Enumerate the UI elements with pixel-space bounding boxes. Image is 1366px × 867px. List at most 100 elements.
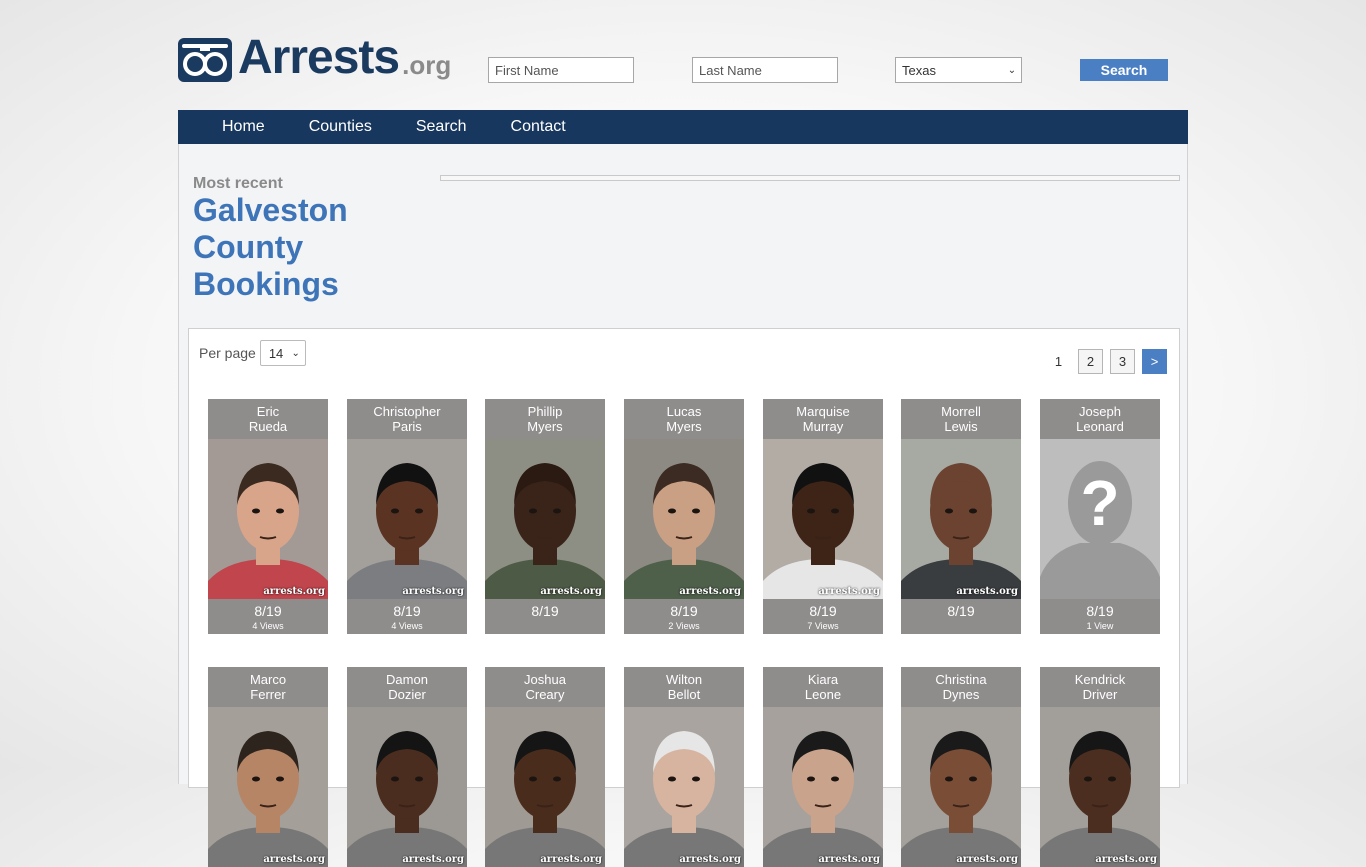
nav-search[interactable]: Search bbox=[416, 118, 467, 136]
mugshot-photo[interactable]: arrests.org bbox=[624, 439, 744, 599]
mugshot-photo[interactable]: arrests.org bbox=[485, 439, 605, 599]
person-silhouette bbox=[1040, 707, 1160, 867]
booking-name[interactable]: Christopher Paris bbox=[347, 399, 467, 439]
last-name: Leone bbox=[804, 687, 842, 702]
first-name: Joshua bbox=[524, 672, 566, 687]
state-select[interactable]: Texas ⌄ bbox=[895, 57, 1022, 83]
mugshot-photo[interactable]: arrests.org bbox=[208, 439, 328, 599]
person-silhouette bbox=[624, 439, 744, 599]
booking-card[interactable]: Eric Rueda arrests.org 8/19 4 Views bbox=[208, 399, 328, 634]
booking-card[interactable]: Marco Ferrer arrests.org bbox=[208, 667, 328, 867]
page-3[interactable]: 3 bbox=[1110, 349, 1135, 374]
watermark: arrests.org bbox=[679, 586, 741, 597]
chevron-down-icon: ⌄ bbox=[1007, 64, 1017, 76]
watermark: arrests.org bbox=[540, 854, 602, 865]
booking-card[interactable]: Kendrick Driver arrests.org bbox=[1040, 667, 1160, 867]
mugshot-photo[interactable]: arrests.org bbox=[208, 707, 328, 867]
booking-date: 8/19 bbox=[670, 603, 698, 619]
page-1: 1 bbox=[1054, 354, 1063, 369]
page-2[interactable]: 2 bbox=[1078, 349, 1103, 374]
view-count: 2 Views bbox=[668, 621, 700, 631]
booking-card[interactable]: Joseph Leonard? 8/19 1 View bbox=[1040, 399, 1160, 634]
view-count: 7 Views bbox=[807, 621, 839, 631]
last-name: Myers bbox=[666, 419, 702, 434]
booking-card[interactable]: Christina Dynes arrests.org bbox=[901, 667, 1021, 867]
main-nav: Home Counties Search Contact bbox=[178, 110, 1188, 144]
nav-contact[interactable]: Contact bbox=[511, 118, 566, 136]
first-name: Marco bbox=[249, 672, 287, 687]
first-name: Joseph bbox=[1079, 404, 1121, 419]
person-silhouette bbox=[901, 707, 1021, 867]
person-silhouette bbox=[763, 707, 883, 867]
last-name-input[interactable] bbox=[692, 57, 838, 83]
booking-name[interactable]: Marquise Murray bbox=[763, 399, 883, 439]
last-name: Driver bbox=[1082, 687, 1118, 702]
booking-card[interactable]: Kiara Leone arrests.org bbox=[763, 667, 883, 867]
first-name: Christina bbox=[935, 672, 987, 687]
watermark: arrests.org bbox=[263, 586, 325, 597]
booking-card[interactable]: Joshua Creary arrests.org bbox=[485, 667, 605, 867]
booking-name[interactable]: Phillip Myers bbox=[485, 399, 605, 439]
booking-name[interactable]: Damon Dozier bbox=[347, 667, 467, 707]
person-silhouette bbox=[208, 439, 328, 599]
booking-name[interactable]: Lucas Myers bbox=[624, 399, 744, 439]
booking-card[interactable]: Lucas Myers arrests.org 8/19 2 Views bbox=[624, 399, 744, 634]
booking-name[interactable]: Morrell Lewis bbox=[901, 399, 1021, 439]
next-page-button[interactable]: > bbox=[1142, 349, 1167, 374]
mugshot-photo[interactable]: arrests.org bbox=[624, 707, 744, 867]
no-photo-placeholder[interactable]: ? bbox=[1040, 439, 1160, 599]
logo-text: Arrests bbox=[238, 31, 400, 84]
bookings-list: Per page 14 ⌄ 1 2 3 > Eric Rueda arrests.o… bbox=[188, 328, 1180, 867]
mugshot-photo[interactable]: arrests.org bbox=[347, 439, 467, 599]
person-silhouette bbox=[347, 707, 467, 867]
last-name: Rueda bbox=[248, 419, 288, 434]
view-count: 1 View bbox=[1086, 621, 1114, 631]
view-count: 4 Views bbox=[252, 621, 284, 631]
person-silhouette bbox=[624, 707, 744, 867]
mugshot-photo[interactable]: arrests.org bbox=[763, 707, 883, 867]
booking-name[interactable]: Christina Dynes bbox=[901, 667, 1021, 707]
booking-name[interactable]: Joshua Creary bbox=[485, 667, 605, 707]
first-name: Eric bbox=[256, 404, 280, 419]
nav-counties[interactable]: Counties bbox=[309, 118, 372, 136]
booking-name[interactable]: Kiara Leone bbox=[763, 667, 883, 707]
mugshot-photo[interactable]: arrests.org bbox=[1040, 707, 1160, 867]
first-name: Phillip bbox=[527, 404, 563, 419]
booking-card[interactable]: Christopher Paris arrests.org 8/19 4 Views bbox=[347, 399, 467, 634]
watermark: arrests.org bbox=[818, 854, 880, 865]
first-name: Morrell bbox=[941, 404, 981, 419]
first-name: Damon bbox=[386, 672, 428, 687]
booking-card[interactable]: Phillip Myers arrests.org 8/19 bbox=[485, 399, 605, 634]
site-logo[interactable]: Arrests .org bbox=[178, 34, 451, 82]
svg-text:?: ? bbox=[1080, 467, 1119, 539]
last-name: Ferrer bbox=[250, 687, 286, 702]
booking-card[interactable]: Damon Dozier arrests.org bbox=[347, 667, 467, 867]
booking-name[interactable]: Marco Ferrer bbox=[208, 667, 328, 707]
booking-card[interactable]: Marquise Murray arrests.org 8/19 7 Views bbox=[763, 399, 883, 634]
booking-date: 8/19 bbox=[393, 603, 421, 619]
first-name: Christopher bbox=[373, 404, 441, 419]
booking-card[interactable]: Wilton Bellot arrests.org bbox=[624, 667, 744, 867]
most-recent-label: Most recent bbox=[193, 175, 283, 192]
last-name: Bellot bbox=[667, 687, 701, 702]
mugshot-photo[interactable]: arrests.org bbox=[901, 707, 1021, 867]
last-name: Myers bbox=[527, 419, 563, 434]
logo-suffix: .org bbox=[402, 50, 452, 80]
per-page-select[interactable]: 14 ⌄ bbox=[259, 340, 306, 366]
booking-name[interactable]: Joseph Leonard bbox=[1040, 399, 1160, 439]
booking-card[interactable]: Morrell Lewis arrests.org 8/19 bbox=[901, 399, 1021, 634]
per-page-label: Per page bbox=[199, 345, 256, 361]
mugshot-photo[interactable]: arrests.org bbox=[347, 707, 467, 867]
first-name-input[interactable] bbox=[488, 57, 634, 83]
mugshot-photo[interactable]: arrests.org bbox=[763, 439, 883, 599]
person-silhouette bbox=[347, 439, 467, 599]
booking-name[interactable]: Wilton Bellot bbox=[624, 667, 744, 707]
search-button[interactable]: Search bbox=[1080, 59, 1168, 81]
booking-name[interactable]: Eric Rueda bbox=[208, 399, 328, 439]
nav-home[interactable]: Home bbox=[222, 118, 265, 136]
mugshot-photo[interactable]: arrests.org bbox=[485, 707, 605, 867]
watermark: arrests.org bbox=[263, 854, 325, 865]
mugshot-photo[interactable]: arrests.org bbox=[901, 439, 1021, 599]
booking-name[interactable]: Kendrick Driver bbox=[1040, 667, 1160, 707]
page-title: Galveston County Bookings bbox=[193, 192, 348, 302]
